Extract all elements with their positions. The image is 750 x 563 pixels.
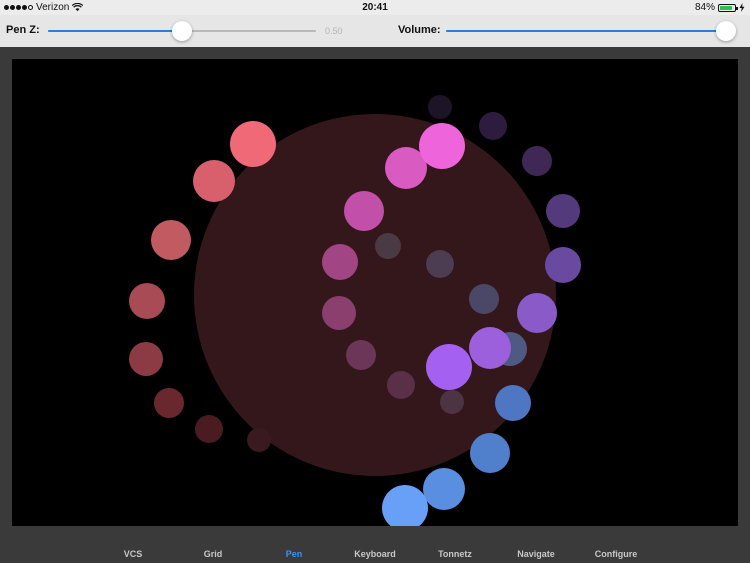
note-dot bbox=[545, 247, 581, 283]
note-dot bbox=[230, 121, 276, 167]
note-dot bbox=[419, 123, 465, 169]
volume-slider-fill bbox=[446, 30, 726, 32]
note-dot bbox=[546, 194, 580, 228]
tab-keyboard[interactable]: Keyboard bbox=[354, 549, 396, 559]
note-dot bbox=[375, 233, 401, 259]
note-dot bbox=[469, 327, 511, 369]
pen-z-slider[interactable] bbox=[48, 21, 316, 41]
note-dot bbox=[344, 191, 384, 231]
note-dot bbox=[151, 220, 191, 260]
note-dot bbox=[322, 244, 358, 280]
pen-canvas-drawing bbox=[129, 95, 581, 526]
note-dot bbox=[469, 284, 499, 314]
note-dot bbox=[479, 112, 507, 140]
charging-bolt-icon bbox=[739, 3, 745, 12]
battery-fill bbox=[720, 5, 732, 10]
note-dot bbox=[346, 340, 376, 370]
note-dot bbox=[517, 293, 557, 333]
pen-area-circle bbox=[194, 114, 556, 476]
status-bar: Verizon 20:41 84% bbox=[0, 0, 750, 15]
tab-vcs[interactable]: VCS bbox=[124, 549, 143, 559]
tab-navigate[interactable]: Navigate bbox=[517, 549, 555, 559]
status-right: 84% bbox=[695, 2, 745, 13]
note-dot bbox=[426, 344, 472, 390]
volume-slider-thumb[interactable] bbox=[716, 21, 736, 41]
note-dot bbox=[129, 283, 165, 319]
note-dot bbox=[247, 428, 271, 452]
note-dot bbox=[423, 468, 465, 510]
pen-z-value: 0.50 bbox=[325, 26, 343, 36]
note-dot bbox=[322, 296, 356, 330]
pen-z-slider-thumb[interactable] bbox=[172, 21, 192, 41]
pen-canvas[interactable] bbox=[12, 59, 738, 526]
note-dot bbox=[428, 95, 452, 119]
clock: 20:41 bbox=[362, 2, 388, 13]
volume-slider[interactable] bbox=[446, 21, 736, 41]
note-dot bbox=[470, 433, 510, 473]
note-dot bbox=[382, 485, 428, 526]
note-dot bbox=[440, 390, 464, 414]
note-dot bbox=[195, 415, 223, 443]
pen-z-slider-fill bbox=[48, 30, 182, 32]
toolbar: Pen Z: 0.50 Volume: bbox=[0, 15, 750, 47]
tab-configure[interactable]: Configure bbox=[595, 549, 638, 559]
note-dot bbox=[154, 388, 184, 418]
tab-bar: VCS Grid Pen Keyboard Tonnetz Navigate C… bbox=[0, 545, 750, 563]
note-dot bbox=[522, 146, 552, 176]
note-dot bbox=[129, 342, 163, 376]
battery-icon bbox=[718, 3, 738, 12]
note-dot bbox=[426, 250, 454, 278]
tab-tonnetz[interactable]: Tonnetz bbox=[438, 549, 472, 559]
tab-pen[interactable]: Pen bbox=[286, 549, 303, 559]
note-dot bbox=[495, 385, 531, 421]
note-dot bbox=[193, 160, 235, 202]
battery-percent: 84% bbox=[694, 2, 715, 13]
volume-label: Volume: bbox=[398, 24, 441, 36]
pen-z-label: Pen Z: bbox=[6, 24, 40, 36]
note-dot bbox=[387, 371, 415, 399]
tab-grid[interactable]: Grid bbox=[204, 549, 223, 559]
